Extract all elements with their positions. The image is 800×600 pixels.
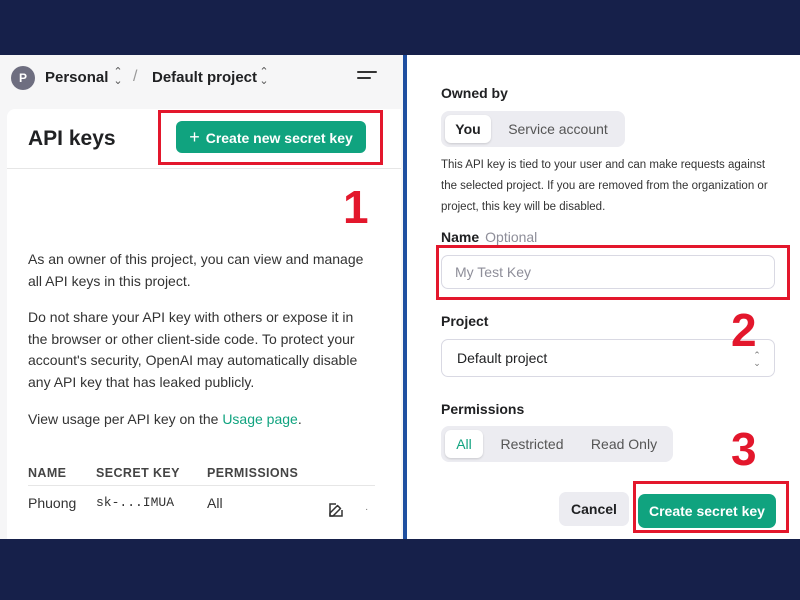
highlight-name-input — [436, 245, 790, 300]
usage-info-text: View usage per API key on the Usage page… — [28, 409, 373, 431]
permission-read-only-option[interactable]: Read Only — [579, 430, 669, 458]
more-options-icon[interactable]: · — [365, 504, 368, 515]
menu-icon[interactable] — [357, 71, 377, 85]
owned-by-service-account-option[interactable]: Service account — [495, 115, 621, 143]
ownership-help-text: This API key is tied to your user and ca… — [441, 159, 768, 213]
chevron-updown-icon[interactable]: ⌃ ⌄ — [259, 67, 269, 87]
permission-restricted-option[interactable]: Restricted — [487, 430, 577, 458]
api-keys-card: API keys + Create new secret key As an ow… — [7, 109, 401, 539]
owner-info-text: As an owner of this project, you can vie… — [28, 251, 364, 289]
org-selector[interactable]: Personal — [45, 69, 108, 86]
owned-by-label: Owned by — [441, 85, 508, 101]
usage-suffix: . — [297, 411, 302, 427]
name-label: Name Optional — [441, 229, 537, 245]
usage-prefix: View usage per API key on the — [28, 411, 223, 427]
highlight-create-new-key — [158, 110, 383, 165]
table-divider — [28, 485, 375, 486]
project-select-value: Default project — [457, 350, 548, 366]
step-1-marker: 1 — [343, 181, 369, 233]
key-name-cell: Phuong — [28, 495, 77, 511]
usage-page-link[interactable]: Usage page — [222, 411, 298, 427]
edit-icon[interactable] — [327, 501, 345, 519]
security-warning-text: Do not share your API key with others or… — [28, 309, 358, 390]
secret-key-cell: sk-...IMUA — [96, 495, 175, 510]
chevron-updown-icon[interactable]: ⌃ ⌄ — [113, 67, 123, 87]
column-header-secret-key: SECRET KEY — [96, 466, 180, 480]
project-selector[interactable]: Default project — [152, 69, 257, 86]
breadcrumb-separator: / — [133, 68, 138, 85]
name-label-text: Name — [441, 229, 480, 245]
step-2-marker: 2 — [731, 304, 757, 356]
page-title: API keys — [28, 127, 116, 150]
project-label: Project — [441, 313, 489, 329]
optional-hint: Optional — [485, 229, 538, 245]
avatar[interactable]: P — [11, 66, 35, 90]
top-bar: P Personal ⌃ ⌄ / Default project ⌃ ⌄ — [0, 55, 401, 101]
highlight-create-secret-key — [633, 481, 789, 533]
owned-by-toggle: You Service account — [441, 111, 625, 147]
permissions-toggle: All Restricted Read Only — [441, 426, 673, 462]
column-header-name: NAME — [28, 466, 67, 480]
permissions-cell: All — [207, 495, 223, 511]
permissions-label: Permissions — [441, 401, 525, 417]
cancel-button[interactable]: Cancel — [559, 492, 629, 526]
panel-divider — [401, 55, 413, 539]
column-header-permissions: PERMISSIONS — [207, 466, 299, 480]
project-select[interactable]: Default project ⌃ ⌄ — [441, 339, 775, 377]
step-3-marker: 3 — [731, 423, 757, 475]
owned-by-you-option[interactable]: You — [445, 115, 491, 143]
permission-all-option[interactable]: All — [445, 430, 483, 458]
